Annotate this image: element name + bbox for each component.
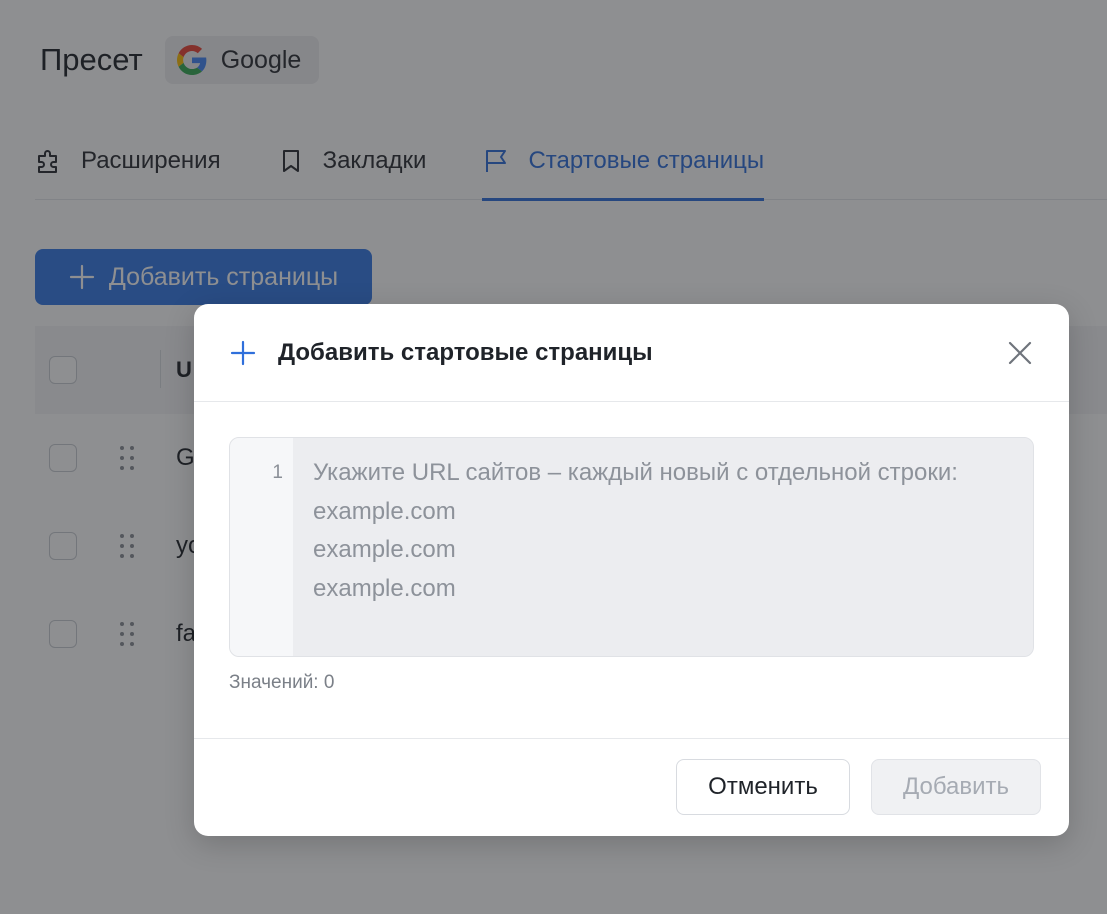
cancel-button[interactable]: Отменить	[676, 759, 850, 815]
close-button[interactable]	[1007, 340, 1033, 366]
dialog-footer: Отменить Добавить	[194, 738, 1069, 836]
add-start-pages-dialog: Добавить стартовые страницы 1 Значений: …	[194, 304, 1069, 836]
dialog-title: Добавить стартовые страницы	[278, 338, 653, 366]
dialog-header: Добавить стартовые страницы	[194, 304, 1069, 402]
add-button[interactable]: Добавить	[871, 759, 1041, 815]
values-count: Значений: 0	[229, 672, 335, 693]
line-number-gutter: 1	[230, 438, 293, 656]
plus-icon	[230, 340, 256, 365]
url-editor: 1	[229, 437, 1034, 657]
close-icon	[1008, 341, 1032, 365]
urls-textarea[interactable]	[293, 438, 1033, 656]
